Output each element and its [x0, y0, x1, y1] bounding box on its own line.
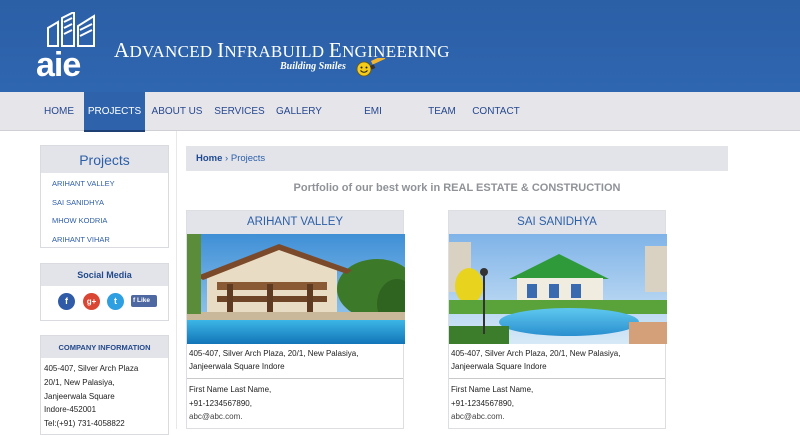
project-contact: First Name Last Name, +91-1234567890, ab… — [449, 379, 665, 424]
company-info-panel: COMPANY INFORMATION 405-407, Silver Arch… — [40, 335, 169, 435]
nav-projects[interactable]: PROJECTS — [84, 92, 145, 130]
breadcrumb-current: Projects — [230, 153, 266, 164]
contact-name: First Name Last Name, — [451, 385, 534, 394]
breadcrumb: Home › Projects — [186, 146, 728, 171]
contact-name: First Name Last Name, — [189, 385, 272, 394]
brand-name: ADVANCED INFRABUILD ENGINEERING — [114, 38, 450, 63]
company-info-title: COMPANY INFORMATION — [41, 336, 168, 358]
project-card-sai-sanidhya: SAI SANIDHYA 405-407, Silver Arch Plaza,… — [448, 210, 667, 429]
projects-panel: Projects ARIHANT VALLEY SAI SANIDHYA MHO… — [40, 145, 169, 248]
sidebar: Projects ARIHANT VALLEY SAI SANIDHYA MHO… — [40, 145, 169, 435]
sidebar-link-arihant-valley[interactable]: ARIHANT VALLEY — [41, 175, 168, 194]
nav-about-us[interactable]: ABOUT US — [150, 92, 204, 131]
like-label: Like — [136, 297, 150, 304]
project-photo-sai-sanidhya[interactable] — [449, 234, 667, 344]
smiley-brush-icon — [356, 58, 386, 77]
nav-gallery[interactable]: GALLERY — [274, 92, 324, 131]
portfolio-intro: Portfolio of our best work in REAL ESTAT… — [293, 182, 621, 194]
company-address-line: 20/1, New Palasiya, — [44, 377, 115, 387]
tagline: Building Smiles — [280, 61, 346, 72]
nav-emi-calculator[interactable]: EMI CALCULATOR — [333, 92, 413, 157]
contact-phone: +91-1234567890, — [451, 398, 514, 408]
breadcrumb-separator: › — [225, 153, 229, 164]
company-logo[interactable]: aie — [34, 12, 108, 78]
company-address-line: 405-407, Silver Arch Plaza — [44, 364, 139, 373]
sidebar-link-mhow-kodria[interactable]: MHOW KODRIA — [41, 212, 168, 231]
social-media-title: Social Media — [41, 264, 168, 286]
project-contact: First Name Last Name, +91-1234567890, ab… — [187, 379, 403, 424]
project-card-arihant-valley: ARIHANT VALLEY 405-407, Silver Arch Plaz… — [186, 210, 405, 429]
company-address-line: Janjeerwala Square — [44, 391, 115, 401]
site-header: aie ADVANCED INFRABUILD ENGINEERING Buil… — [0, 0, 800, 92]
project-card-title[interactable]: SAI SANIDHYA — [449, 211, 665, 234]
facebook-icon[interactable]: f — [58, 293, 75, 310]
breadcrumb-home-link[interactable]: Home — [196, 153, 222, 164]
contact-email[interactable]: abc@abc.com. — [451, 410, 663, 424]
projects-panel-title: Projects — [41, 146, 168, 173]
project-address: 405-407, Silver Arch Plaza, 20/1, New Pa… — [449, 344, 665, 379]
contact-email[interactable]: abc@abc.com. — [189, 410, 401, 424]
main-navigation: HOME PROJECTS ABOUT US SERVICES GALLERY … — [0, 92, 800, 157]
contact-phone: +91-1234567890, — [189, 398, 252, 408]
google-plus-icon[interactable]: g+ — [83, 293, 100, 310]
project-card-title[interactable]: ARIHANT VALLEY — [187, 211, 403, 234]
logo-lettering: aie — [36, 46, 80, 78]
nav-home[interactable]: HOME — [36, 92, 82, 131]
nav-contact[interactable]: CONTACT — [470, 92, 522, 131]
nav-team[interactable]: TEAM — [424, 92, 460, 131]
company-address-line: Indore-452001 — [44, 405, 97, 415]
sidebar-link-arihant-vihar[interactable]: ARIHANT VIHAR — [41, 231, 168, 250]
sidebar-link-sai-sanidhya[interactable]: SAI SANIDHYA — [41, 194, 168, 213]
brand-word-1: ADVANCED — [114, 38, 213, 62]
twitter-icon[interactable]: t — [107, 293, 124, 310]
project-address: 405-407, Silver Arch Plaza, 20/1, New Pa… — [187, 344, 403, 379]
brand-word-2: INFRABUILD — [217, 38, 325, 62]
social-media-panel: Social Media f g+ t f Like — [40, 263, 169, 321]
like-icon: f — [133, 297, 136, 304]
project-photo-arihant-valley[interactable] — [187, 234, 405, 344]
content-divider — [176, 131, 177, 429]
facebook-like-button[interactable]: f Like — [131, 295, 157, 307]
nav-services[interactable]: SERVICES — [212, 92, 267, 131]
